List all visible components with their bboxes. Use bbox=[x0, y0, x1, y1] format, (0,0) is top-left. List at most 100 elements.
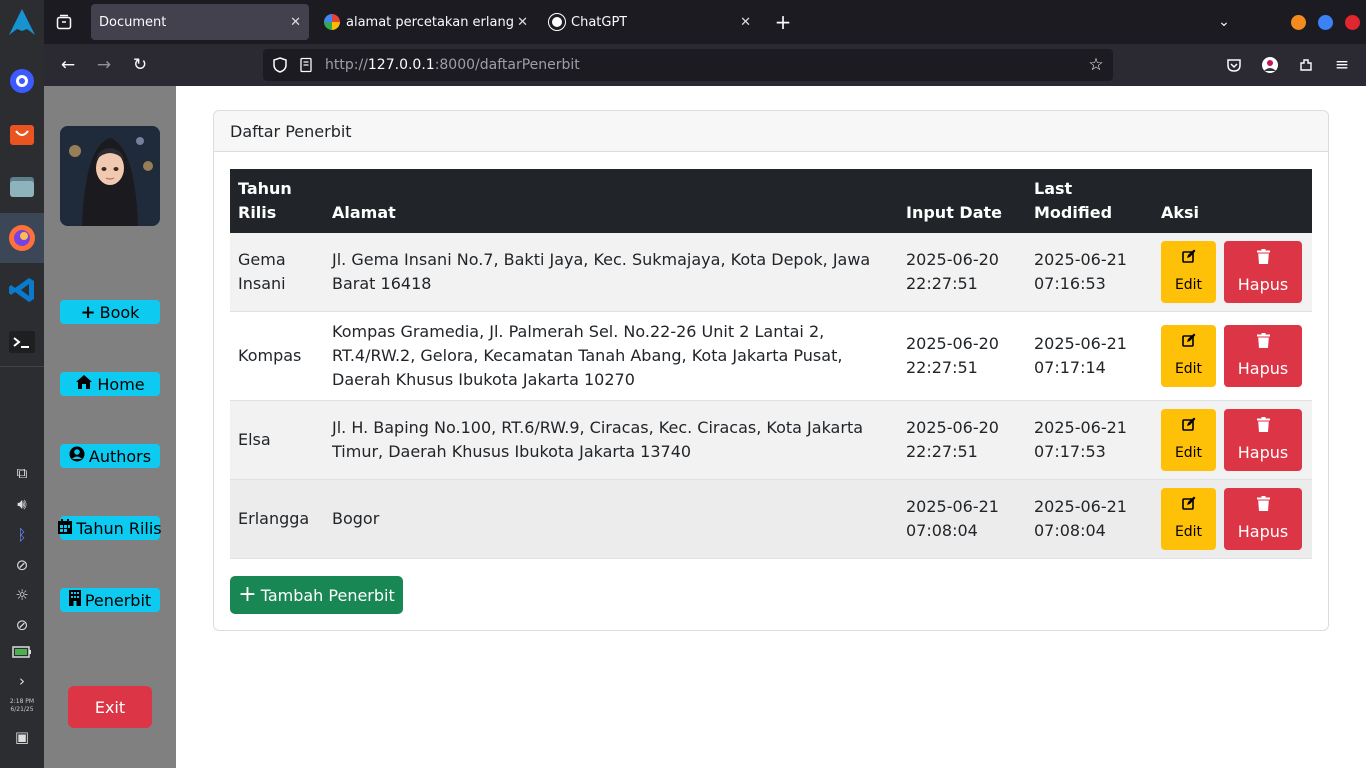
expand-tray-icon[interactable]: › bbox=[0, 672, 44, 690]
edit-button[interactable]: Edit bbox=[1161, 488, 1216, 550]
delete-button[interactable]: Hapus bbox=[1224, 241, 1302, 303]
vscode-icon[interactable] bbox=[4, 272, 40, 308]
home-button[interactable]: Home bbox=[60, 372, 160, 396]
browser-tab-bar: Document ✕ alamat percetakan erlangga ✕ … bbox=[44, 0, 1366, 44]
reload-icon[interactable]: ↻ bbox=[129, 54, 151, 76]
firefox-icon[interactable] bbox=[4, 220, 40, 256]
extensions-icon[interactable] bbox=[1295, 54, 1317, 76]
delete-button-label: Hapus bbox=[1237, 359, 1289, 378]
table-header-row: Tahun Rilis Alamat Input Date Last Modif… bbox=[230, 169, 1312, 233]
arch-launcher-icon[interactable] bbox=[4, 4, 40, 40]
trash-icon bbox=[1256, 331, 1270, 355]
table-row: Gema Insani Jl. Gema Insani No.7, Bakti … bbox=[230, 233, 1312, 312]
table-row: Kompas Kompas Gramedia, Jl. Palmerah Sel… bbox=[230, 311, 1312, 401]
pocket-icon[interactable] bbox=[1223, 54, 1245, 76]
bluetooth-icon[interactable]: ᛒ bbox=[0, 526, 44, 544]
last-modified: 2025-06-21 07:08:04 bbox=[1026, 479, 1153, 559]
network-icon[interactable]: ⊘ bbox=[0, 556, 44, 574]
delete-button-label: Hapus bbox=[1237, 275, 1289, 294]
chatgpt-favicon-icon bbox=[548, 13, 566, 31]
penerbit-button-label: Penerbit bbox=[84, 590, 152, 610]
edit-icon bbox=[1181, 415, 1196, 439]
table-row: Erlangga Bogor 2025-06-21 07:08:04 2025-… bbox=[230, 479, 1312, 559]
delete-button[interactable]: Hapus bbox=[1224, 409, 1302, 471]
tab-google-search[interactable]: alamat percetakan erlangga ✕ bbox=[324, 4, 534, 40]
tab-list-icon[interactable] bbox=[53, 11, 75, 33]
column-header-alamat: Alamat bbox=[324, 169, 898, 233]
browser-nav-bar: ← → ↻ http://127.0.0.1:8000/daftarPenerb… bbox=[44, 44, 1366, 86]
trash-icon bbox=[1256, 247, 1270, 271]
close-window-icon[interactable] bbox=[1345, 15, 1360, 30]
tambah-penerbit-button[interactable]: + Tambah Penerbit bbox=[230, 576, 403, 614]
delete-button[interactable]: Hapus bbox=[1224, 488, 1302, 550]
input-date: 2025-06-20 22:27:51 bbox=[898, 400, 1026, 480]
list-all-tabs-icon[interactable]: ⌄ bbox=[1213, 11, 1235, 33]
edit-icon bbox=[1181, 331, 1196, 355]
maximize-window-icon[interactable] bbox=[1318, 15, 1333, 30]
avatar bbox=[60, 126, 160, 226]
actions-cell: Edit Hapus bbox=[1153, 311, 1312, 401]
shield-icon[interactable] bbox=[269, 54, 291, 76]
close-tab-icon[interactable]: ✕ bbox=[517, 15, 528, 30]
forward-icon[interactable]: → bbox=[93, 54, 115, 76]
tab-document[interactable]: Document ✕ bbox=[91, 4, 309, 40]
files-icon[interactable] bbox=[4, 168, 40, 204]
page-info-icon[interactable] bbox=[295, 54, 317, 76]
actions-cell: Edit Hapus bbox=[1153, 400, 1312, 480]
edit-button-label: Edit bbox=[1174, 361, 1203, 377]
close-tab-icon[interactable]: ✕ bbox=[290, 15, 301, 30]
column-header-aksi: Aksi bbox=[1153, 169, 1312, 233]
edit-button-label: Edit bbox=[1174, 277, 1203, 293]
authors-button[interactable]: Authors bbox=[60, 444, 160, 468]
store-icon[interactable] bbox=[4, 116, 40, 152]
volume-icon[interactable]: 🔊︎ bbox=[0, 495, 44, 513]
last-modified: 2025-06-21 07:17:53 bbox=[1026, 400, 1153, 480]
url-text[interactable]: http://127.0.0.1:8000/daftarPenerbit bbox=[325, 57, 580, 73]
bookmark-star-icon[interactable]: ☆ bbox=[1085, 54, 1107, 76]
os-dock: ⧉ 🔊︎ ᛒ ⊘ ☼ ⊘ › 2:18 PM 6/21/25 ▣ bbox=[0, 0, 44, 768]
tahun-rilis-button[interactable]: Tahun Rilis bbox=[58, 516, 162, 540]
column-header-input-date: Input Date bbox=[898, 169, 1026, 233]
book-button[interactable]: + Book bbox=[60, 300, 160, 324]
delete-button-label: Hapus bbox=[1237, 443, 1289, 462]
terminal-icon[interactable] bbox=[4, 324, 40, 360]
network-status-icon[interactable]: ⊘ bbox=[0, 616, 44, 634]
authors-button-label: Authors bbox=[88, 446, 152, 466]
edit-button[interactable]: Edit bbox=[1161, 325, 1216, 387]
delete-button[interactable]: Hapus bbox=[1224, 325, 1302, 387]
tab-chatgpt[interactable]: ChatGPT ✕ bbox=[548, 4, 759, 40]
edit-button[interactable]: Edit bbox=[1161, 409, 1216, 471]
input-date: 2025-06-20 22:27:51 bbox=[898, 311, 1026, 401]
system-clock[interactable]: 2:18 PM 6/21/25 bbox=[0, 698, 44, 714]
tahun-rilis-button-label: Tahun Rilis bbox=[76, 518, 162, 538]
clock-time: 2:18 PM bbox=[9, 698, 35, 705]
clipboard-icon[interactable]: ⧉ bbox=[0, 464, 44, 482]
penerbit-name: Erlangga bbox=[230, 479, 324, 559]
new-tab-icon[interactable]: + bbox=[772, 10, 794, 34]
input-date: 2025-06-20 22:27:51 bbox=[898, 233, 1026, 312]
calendar-icon bbox=[58, 518, 73, 538]
menu-icon[interactable]: ≡ bbox=[1331, 54, 1353, 76]
show-desktop-icon[interactable]: ▣ bbox=[0, 728, 44, 746]
penerbit-alamat: Jl. Gema Insani No.7, Bakti Jaya, Kec. S… bbox=[324, 233, 898, 312]
edit-button[interactable]: Edit bbox=[1161, 241, 1216, 303]
url-bar[interactable]: http://127.0.0.1:8000/daftarPenerbit ☆ bbox=[263, 49, 1113, 81]
penerbit-alamat: Jl. H. Baping No.100, RT.6/RW.9, Ciracas… bbox=[324, 400, 898, 480]
penerbit-alamat: Kompas Gramedia, Jl. Palmerah Sel. No.22… bbox=[324, 311, 898, 401]
settings-gear-icon[interactable] bbox=[4, 63, 40, 99]
edit-button-label: Edit bbox=[1174, 445, 1203, 461]
brightness-icon[interactable]: ☼ bbox=[0, 586, 44, 604]
battery-icon[interactable] bbox=[0, 646, 44, 658]
exit-button[interactable]: Exit bbox=[68, 686, 152, 728]
back-icon[interactable]: ← bbox=[57, 54, 79, 76]
minimize-window-icon[interactable] bbox=[1291, 15, 1306, 30]
penerbit-button[interactable]: Penerbit bbox=[60, 588, 160, 612]
column-header-last-modified: Last Modified bbox=[1026, 169, 1153, 233]
url-host: 127.0.0.1 bbox=[367, 57, 435, 73]
column-header-tahun-rilis: Tahun Rilis bbox=[230, 169, 324, 233]
account-avatar-icon[interactable] bbox=[1259, 54, 1281, 76]
google-favicon-icon bbox=[324, 14, 340, 30]
edit-icon bbox=[1181, 494, 1196, 518]
close-tab-icon[interactable]: ✕ bbox=[740, 15, 751, 30]
delete-button-label: Hapus bbox=[1237, 522, 1289, 541]
